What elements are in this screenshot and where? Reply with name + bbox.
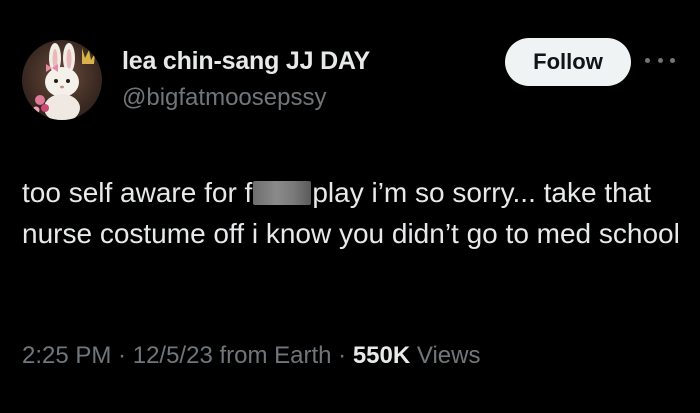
author-handle[interactable]: @bigfatmoosepssy [122, 84, 326, 112]
redaction-block [253, 181, 312, 205]
more-horizontal-icon[interactable] [645, 52, 675, 68]
tweet-date[interactable]: 12/5/23 [133, 342, 213, 369]
tweet-time[interactable]: 2:25 PM [22, 342, 111, 369]
tweet-text: too self aware for f play i’m so sorry...… [22, 172, 687, 254]
meta-separator: · [331, 342, 353, 369]
tweet-card: lea chin-sang JJ DAY @bigfatmoosepssy Fo… [0, 0, 700, 413]
avatar[interactable] [22, 40, 102, 120]
author-display-name[interactable]: lea chin-sang JJ DAY [122, 47, 370, 76]
tweet-source: from Earth [212, 342, 332, 369]
views-label: Views [410, 342, 481, 369]
views-count[interactable]: 550K [353, 342, 410, 369]
bunny-avatar-icon [32, 43, 95, 120]
tweet-text-before: too self aware for f [22, 177, 253, 208]
tweet-meta: 2:25 PM · 12/5/23 from Earth · 550K View… [22, 342, 480, 370]
follow-button[interactable]: Follow [505, 38, 631, 86]
meta-separator: · [111, 342, 133, 369]
